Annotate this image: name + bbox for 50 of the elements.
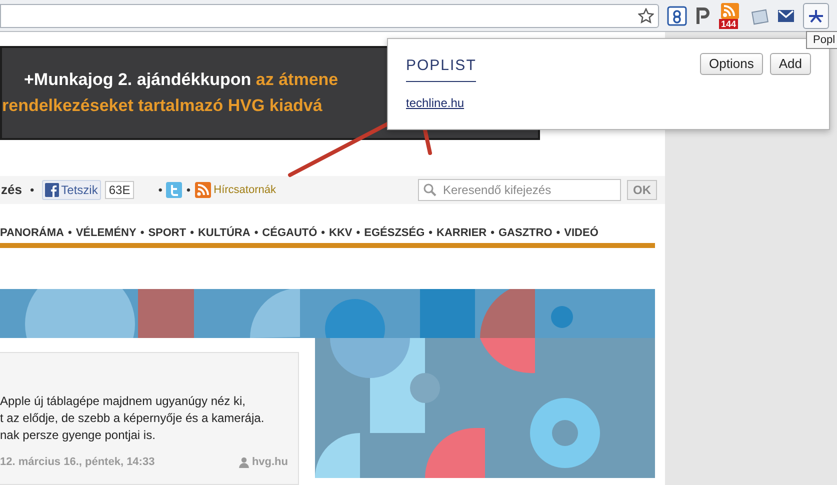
like-count: 63E: [104, 181, 134, 199]
feeds-link[interactable]: Hírcsatornák: [214, 182, 276, 198]
menu-item[interactable]: KARRIER: [436, 224, 487, 242]
banner-text: +Munkajog 2. ajándékkupon: [24, 69, 252, 91]
extension-icon[interactable]: [667, 6, 687, 26]
popup-button[interactable]: Options: [700, 53, 763, 75]
popup-title: POPLIST: [406, 55, 476, 82]
separator: •: [68, 226, 72, 241]
p-letter-icon[interactable]: [695, 6, 711, 24]
count-badge: 144: [719, 18, 738, 28]
banner-text: rendelkezéseket tartalmazó HVG kiadvá: [2, 95, 322, 117]
separator: •: [490, 226, 494, 241]
separator: •: [158, 182, 162, 199]
separator: •: [321, 226, 326, 241]
separator: •: [556, 226, 560, 241]
separator: •: [356, 226, 360, 241]
asterisk-icon: [808, 8, 824, 24]
mail-icon[interactable]: [777, 8, 795, 22]
menu-item[interactable]: CÉGAUTÓ: [262, 224, 318, 242]
facebook-icon: [45, 183, 60, 197]
popup-link[interactable]: techline.hu: [406, 94, 464, 112]
separator: •: [254, 226, 258, 241]
separator: •: [140, 226, 144, 241]
extension-button[interactable]: [803, 2, 829, 28]
menu-item[interactable]: KULTÚRA: [198, 224, 250, 242]
banner-text: az átmene: [256, 69, 338, 91]
cut-text: zés: [1, 181, 22, 200]
star-icon[interactable]: [638, 8, 654, 24]
article-source: hvg.hu: [252, 455, 288, 470]
rss-icon[interactable]: [194, 182, 211, 198]
article-date: 12. március 16., péntek, 14:33: [0, 455, 155, 470]
search-field[interactable]: Keresendő kifejezés: [418, 179, 621, 201]
separator: •: [428, 226, 433, 241]
menu-item[interactable]: GASZTRO: [498, 224, 552, 242]
menu-item[interactable]: VÉLEMÉNY: [76, 224, 136, 242]
article-summary: Apple új táblagépe majdnem ugyanúgy néz ki, t az elődje, de szebb a képernyője és a kamerája. nak persze gyenge pontjai is.: [0, 393, 266, 444]
tooltip: Popl: [806, 31, 837, 49]
menu-item[interactable]: SPORT: [148, 224, 186, 242]
menu-item[interactable]: PANORÁMA: [0, 224, 64, 242]
separator: •: [190, 226, 194, 241]
search-icon: [423, 183, 437, 197]
person-icon: [238, 456, 249, 468]
popup-button[interactable]: Add: [770, 53, 811, 75]
separator: •: [30, 182, 34, 199]
separator: •: [186, 182, 191, 199]
menu-item[interactable]: KKV: [329, 224, 352, 242]
like-button[interactable]: Tetszik: [42, 180, 101, 200]
notepad-icon[interactable]: [751, 6, 769, 24]
menu-item[interactable]: VIDEÓ: [564, 224, 598, 242]
menu-item[interactable]: EGÉSZSÉG: [364, 224, 425, 242]
